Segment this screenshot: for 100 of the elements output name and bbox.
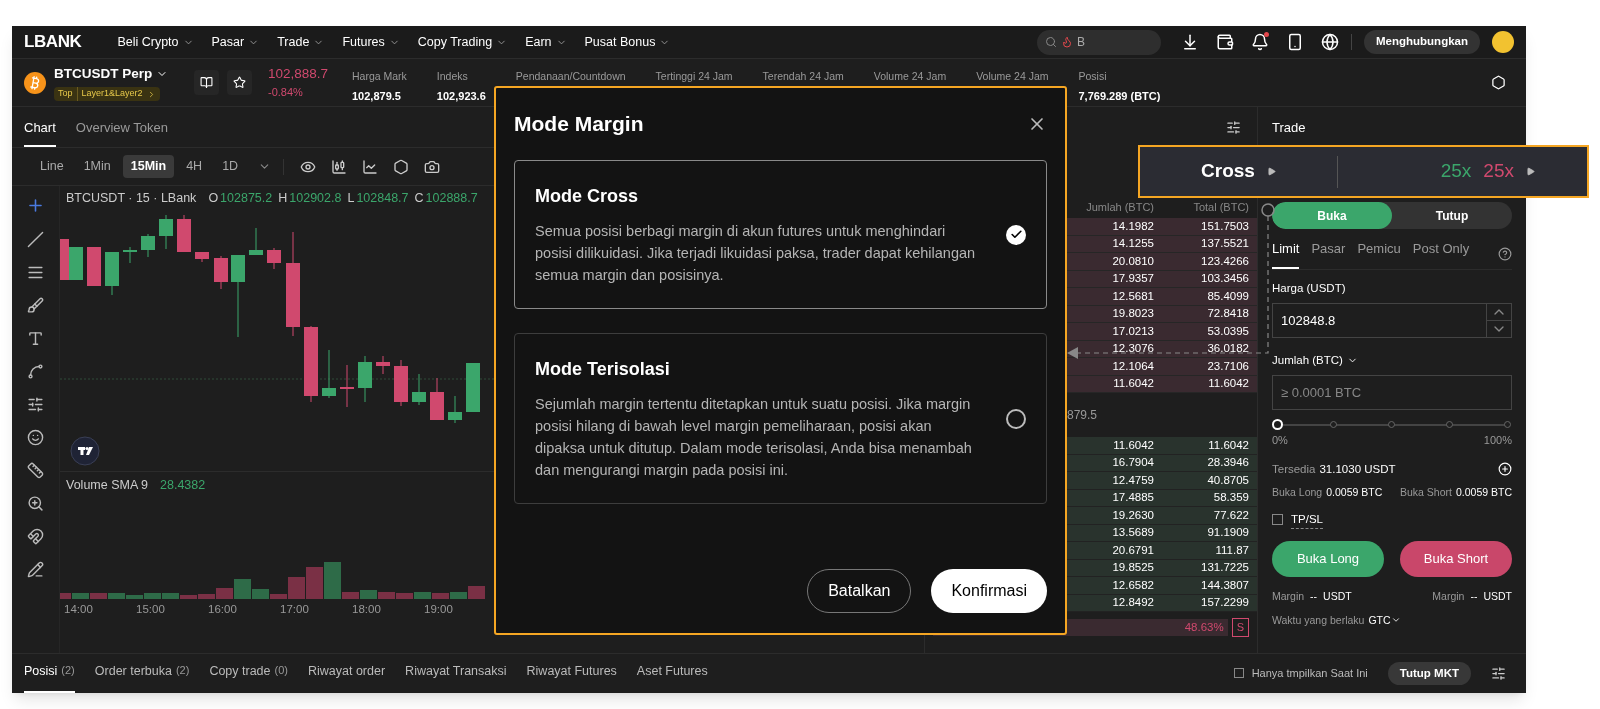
download-icon[interactable]: [1181, 33, 1199, 51]
candle: [195, 251, 209, 263]
stat-label: Harga Mark: [352, 69, 407, 85]
bottom-tab[interactable]: Order terbuka (2): [94, 662, 190, 693]
long-leverage: 25x: [1440, 159, 1472, 184]
crosshair-icon[interactable]: [26, 196, 45, 215]
caret-icon[interactable]: [1266, 167, 1276, 176]
notification-icon[interactable]: [1251, 33, 1269, 51]
amount-unit-selector[interactable]: Jumlah (BTC): [1272, 351, 1512, 369]
symbol-selector[interactable]: BTCUSDT Perp: [54, 64, 186, 85]
caret-icon[interactable]: [1526, 167, 1535, 176]
ohlc-key: L: [347, 189, 355, 208]
mode-option-card[interactable]: [514, 333, 1047, 504]
bid-amount: 17.4885: [1111, 490, 1154, 506]
nav-menu-item[interactable]: Copy Trading: [417, 32, 508, 52]
side-tab[interactable]: Tutup: [1392, 202, 1512, 229]
settings-icon[interactable]: [1491, 666, 1506, 681]
nav-menu-item[interactable]: Beli Crypto: [117, 32, 194, 52]
interval-tab[interactable]: 1Min: [75, 155, 119, 178]
slider-track[interactable]: [1272, 419, 1512, 430]
help-icon[interactable]: [1498, 246, 1512, 261]
order-type-tab[interactable]: Limit: [1272, 239, 1300, 269]
chart-tab[interactable]: Overview Token: [75, 117, 169, 147]
nav-menu-item[interactable]: Pusat Bonus: [584, 32, 671, 52]
candle: [141, 233, 155, 258]
nav-menu-item[interactable]: Earn: [525, 32, 567, 52]
pattern-icon[interactable]: [27, 363, 44, 380]
order-book-icon[interactable]: [194, 70, 219, 95]
magnet-icon[interactable]: [27, 528, 44, 545]
volume-value: 28.4382: [160, 477, 206, 495]
available-label: Tersedia: [1272, 461, 1316, 477]
time-axis-label: 18:00: [351, 602, 382, 617]
interval-tab[interactable]: 15Min: [122, 155, 175, 178]
lines-icon[interactable]: [27, 264, 44, 281]
filter-icon[interactable]: [1226, 120, 1241, 135]
line-tool-icon[interactable]: [27, 231, 44, 248]
margin-label: Margin: [1272, 588, 1305, 604]
validity-selector[interactable]: GTC: [1368, 612, 1401, 629]
close-market-button[interactable]: Tutup MKT: [1387, 662, 1471, 685]
volume-bar: [360, 590, 377, 599]
line-chart-icon[interactable]: [362, 158, 379, 175]
radio-icon: [1006, 408, 1026, 429]
ask-amount: 12.3076: [1111, 341, 1154, 357]
add-funds-icon[interactable]: [1498, 462, 1512, 477]
ask-total: 151.7503: [1200, 218, 1249, 234]
ask-amount: 17.9357: [1111, 271, 1154, 287]
checkbox[interactable]: [1233, 667, 1244, 678]
interval-tab[interactable]: Line: [32, 155, 72, 178]
margin-label: Margin: [1432, 588, 1465, 604]
margin-unit: USDT: [1483, 588, 1512, 604]
interval-tab[interactable]: 4H: [178, 155, 211, 178]
candle: [412, 373, 426, 406]
column-header: Total (BTC): [1192, 199, 1249, 215]
amount-input[interactable]: ≥ 0.0001 BTC: [1272, 375, 1512, 410]
emoji-icon[interactable]: [27, 429, 44, 446]
globe-icon[interactable]: [1321, 33, 1339, 51]
stat-value: 102,923.6: [436, 89, 486, 105]
order-type-tab[interactable]: Pasar: [1311, 239, 1346, 269]
avatar[interactable]: [1492, 31, 1514, 53]
candle-icon[interactable]: [331, 158, 348, 175]
settings-icon[interactable]: [1491, 75, 1506, 90]
bottom-tab[interactable]: Posisi (2): [24, 662, 75, 693]
wallet-icon[interactable]: [1216, 33, 1234, 51]
sell-short-button[interactable]: Buka Short: [1400, 540, 1512, 577]
brush-icon[interactable]: [27, 297, 44, 314]
margin-value: --: [1310, 588, 1318, 604]
bottom-tab[interactable]: Copy trade (0): [209, 662, 288, 693]
checkbox[interactable]: [1272, 514, 1283, 526]
ask-amount: 14.1255: [1111, 236, 1154, 252]
bottom-tab[interactable]: Riwayat Futures: [526, 662, 617, 693]
camera-icon[interactable]: [424, 158, 441, 175]
panel-title: Trade: [1272, 118, 1307, 137]
mode-option-card[interactable]: Mode Cross Semua posisi berbagi margin di akun futures untuk menghindari posisi dilikuidasi. Jika terjadi likuidasi paksa, trader dapat kehilangan semua margin dan posisinya.: [514, 160, 1047, 309]
bottom-tab[interactable]: Riwayat order: [308, 662, 386, 693]
nav-menu-item[interactable]: Trade: [277, 32, 325, 52]
pencil-icon[interactable]: [27, 561, 44, 578]
ask-total: 137.5521: [1200, 236, 1249, 252]
search-field[interactable]: B: [1037, 29, 1161, 55]
bottom-tab[interactable]: Riwayat Transaksi: [405, 662, 507, 693]
bottom-tab[interactable]: Aset Futures: [636, 662, 708, 693]
order-type-tab[interactable]: Pemicu: [1357, 239, 1401, 269]
phone-icon[interactable]: [1286, 33, 1304, 51]
sliders-icon[interactable]: [27, 396, 44, 413]
zoom-in-icon[interactable]: [27, 495, 44, 512]
margin-unit: USDT: [1323, 588, 1352, 604]
stat-label: Pendanaan/Countdown: [515, 69, 626, 85]
nav-menu-item[interactable]: Futures: [342, 32, 400, 52]
ruler-icon[interactable]: [27, 462, 44, 479]
order-type-tab[interactable]: Post Only: [1412, 239, 1470, 269]
chart-tab[interactable]: Chart: [24, 117, 56, 147]
connect-button[interactable]: Menghubungkan: [1364, 30, 1480, 54]
text-tool-icon[interactable]: [27, 330, 44, 347]
confirm-button[interactable]: Konfirmasi: [931, 569, 1047, 613]
stat-label: Volume 24 Jam: [873, 69, 947, 85]
interval-tab[interactable]: 1D: [214, 155, 247, 178]
hexagon-icon[interactable]: [393, 158, 410, 175]
option-description: Sejumlah margin tertentu ditetapkan untuk suatu posisi. Jika margin posisi hilang di bawah level margin pemeliharaan, posisi akan dipaksa untuk ditutup. Dalam mode terisolasi, Anda bisa menambah dan mengurangi margin pada posisi ini.: [535, 395, 973, 480]
nav-menu-item[interactable]: Pasar: [211, 32, 260, 52]
ask-total: 103.3456: [1200, 271, 1249, 287]
candle: [394, 359, 408, 407]
